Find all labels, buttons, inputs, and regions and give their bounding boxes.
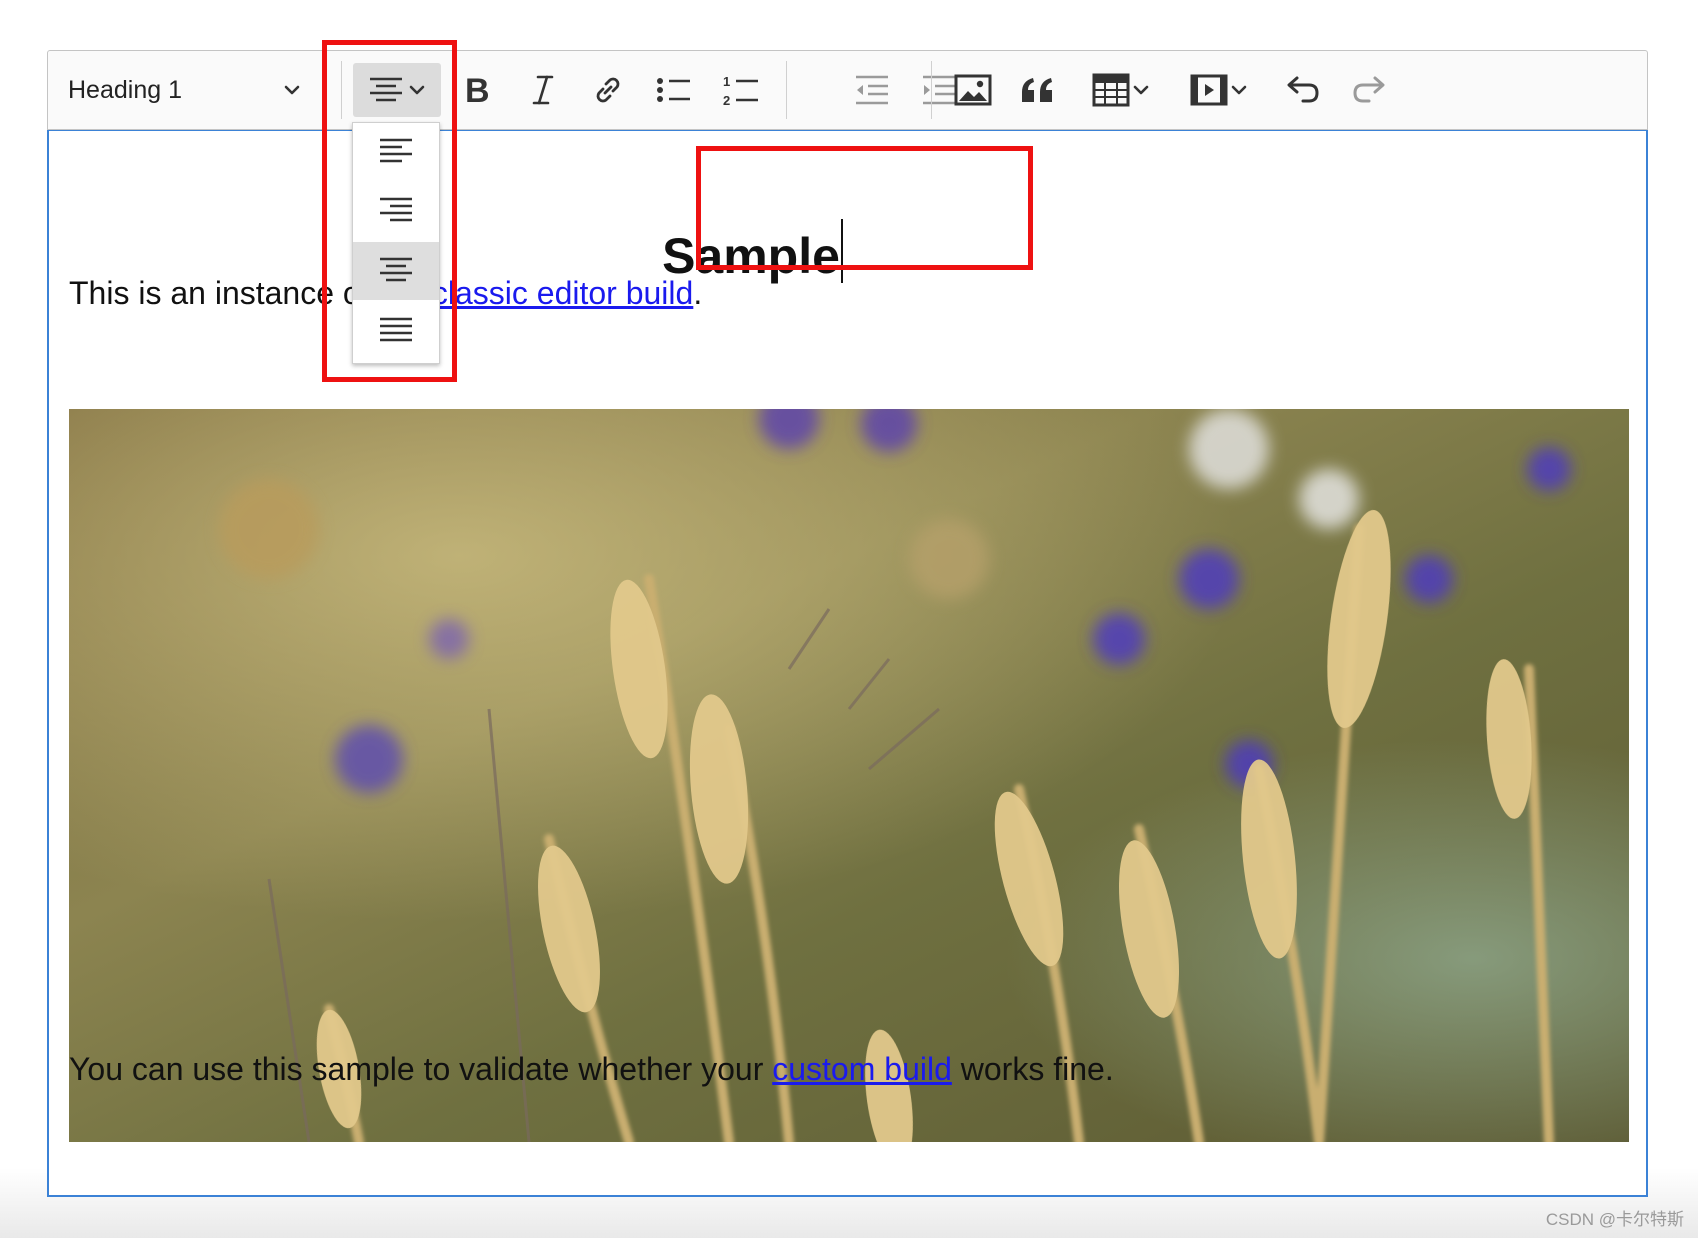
bulleted-list-icon: [654, 73, 694, 107]
italic-icon: [526, 73, 560, 107]
chevron-down-icon: [281, 79, 303, 101]
custom-build-link[interactable]: custom build: [772, 1051, 952, 1087]
link-button[interactable]: [581, 63, 635, 117]
bulleted-list-button[interactable]: [647, 63, 701, 117]
paragraph-intro-end: .: [693, 275, 703, 311]
classic-editor-build-link[interactable]: classic editor build: [432, 275, 693, 311]
chevron-down-icon: [1228, 79, 1250, 101]
annotation-box-alignment: [322, 40, 457, 382]
chevron-down-icon: [1130, 79, 1152, 101]
toolbar-separator: [931, 61, 932, 119]
numbered-list-icon: 12: [721, 72, 761, 108]
link-icon: [590, 72, 626, 108]
editor-toolbar: Heading 1 B 1 2: [47, 50, 1648, 130]
quote-icon: [1019, 74, 1057, 106]
numbered-list-button[interactable]: 12: [714, 63, 768, 117]
italic-button[interactable]: [516, 63, 570, 117]
redo-icon: [1351, 74, 1389, 106]
bold-button[interactable]: B: [450, 63, 504, 117]
block-quote-button[interactable]: [1011, 63, 1065, 117]
undo-button[interactable]: [1275, 63, 1329, 117]
editor-content[interactable]: Sample This is an instance of the classi…: [47, 130, 1648, 1197]
insert-image-button[interactable]: [946, 63, 1000, 117]
paragraph-outro[interactable]: You can use this sample to validate whet…: [69, 1051, 1114, 1088]
wheat-field-picture: [69, 409, 1629, 1142]
redo-button[interactable]: [1343, 63, 1397, 117]
table-icon: [1092, 73, 1130, 107]
bold-icon: B: [460, 73, 494, 107]
annotation-box-heading: [696, 146, 1033, 270]
wheat-field-image[interactable]: [69, 409, 1629, 1142]
undo-icon: [1283, 74, 1321, 106]
watermark: CSDN @卡尔特斯: [1545, 1210, 1684, 1229]
insert-media-button[interactable]: [1176, 63, 1264, 117]
image-icon: [954, 74, 992, 106]
media-icon: [1190, 74, 1228, 106]
insert-table-button[interactable]: [1078, 63, 1166, 117]
outdent-icon: [852, 73, 892, 107]
paragraph-outro-text: You can use this sample to validate whet…: [69, 1051, 773, 1087]
svg-text:2: 2: [723, 93, 730, 108]
svg-text:B: B: [465, 73, 490, 107]
heading-dropdown[interactable]: Heading 1: [58, 63, 313, 117]
paragraph-outro-end: works fine.: [951, 1051, 1114, 1087]
svg-text:1: 1: [723, 74, 730, 89]
toolbar-separator: [786, 61, 787, 119]
outdent-button[interactable]: [845, 63, 899, 117]
heading-dropdown-label: Heading 1: [68, 75, 182, 104]
